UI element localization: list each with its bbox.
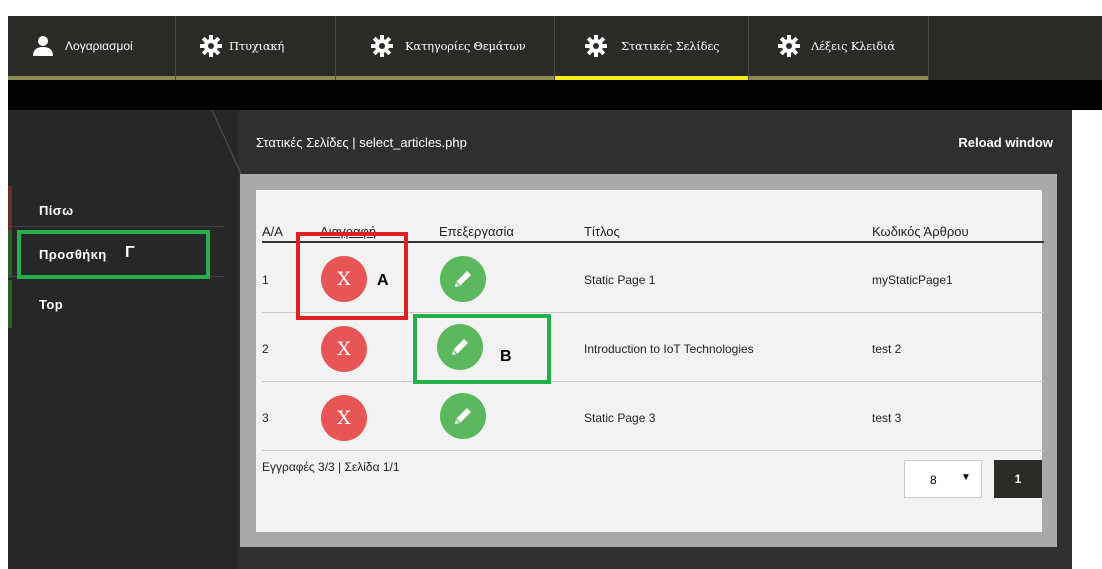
divider [212, 110, 242, 176]
delete-x-icon: X [337, 407, 351, 429]
column-header-title: Τίτλος [584, 224, 620, 239]
page-title: Στατικές Σελίδες | select_articles.php [256, 135, 467, 150]
divider [8, 226, 224, 227]
annotation-label-b: B [500, 348, 512, 365]
row-number: 2 [262, 342, 269, 356]
row-article-code: myStaticPage1 [872, 273, 953, 287]
pencil-icon [455, 271, 471, 287]
row-article-code: test 3 [872, 411, 902, 425]
gear-icon [200, 35, 222, 57]
highlight-box-g [17, 230, 210, 279]
row-article-code: test 2 [872, 342, 902, 356]
row-divider [262, 450, 1044, 451]
row-title: Introduction to IoT Technologies [584, 342, 754, 356]
user-icon [33, 36, 53, 56]
annotation-label-a: A [377, 272, 389, 289]
gear-icon [371, 35, 393, 57]
highlight-box-b [413, 314, 551, 384]
edit-button[interactable] [440, 393, 486, 439]
row-number: 3 [262, 411, 269, 425]
tab-label: Κατηγορίες Θεμάτων [405, 39, 526, 53]
column-header-edit: Επεξεργασία [439, 224, 514, 239]
delete-button[interactable]: X [321, 395, 367, 441]
delete-button[interactable]: X [321, 326, 367, 372]
tab-topic-categories[interactable]: Κατηγορίες Θεμάτων [336, 16, 555, 80]
tab-keywords[interactable]: Λέξεις Κλειδιά [749, 16, 929, 80]
sidebar-item-top[interactable]: Top [8, 280, 224, 328]
tab-label: Λέξεις Κλειδιά [811, 39, 895, 53]
delete-x-icon: X [337, 338, 351, 360]
row-divider [262, 381, 1044, 382]
page-size-select[interactable]: 8 ▼ [904, 460, 982, 498]
tab-label: Λογαριασμοί [65, 39, 133, 53]
tab-thesis[interactable]: Πτυχιακή [176, 16, 336, 80]
sidebar-item-label: Top [39, 297, 64, 312]
reload-window-link[interactable]: Reload window [958, 135, 1053, 150]
row-number: 1 [262, 273, 269, 287]
sidebar-item-label: Πίσω [39, 203, 74, 218]
page-button[interactable]: 1 [994, 460, 1042, 498]
column-header-aa: A/A [262, 224, 283, 239]
tab-static-pages[interactable]: Στατικές Σελίδες [555, 16, 749, 80]
tab-label: Στατικές Σελίδες [621, 39, 720, 53]
sidebar [8, 110, 238, 569]
highlight-box-a [296, 232, 408, 320]
top-navigation: Λογαριασμοί Πτυχιακή Κατηγορίες Θεμάτων … [8, 16, 1102, 80]
tab-label: Πτυχιακή [229, 39, 285, 53]
annotation-label-g: Γ [125, 244, 135, 261]
page-size-value: 8 [930, 473, 937, 487]
row-title: Static Page 1 [584, 273, 656, 287]
tab-accounts[interactable]: Λογαριασμοί [8, 16, 176, 80]
column-header-article-code: Κωδικός Άρθρου [872, 224, 969, 239]
gear-icon [585, 35, 607, 57]
pencil-icon [455, 408, 471, 424]
chevron-down-icon: ▼ [961, 472, 971, 483]
toolbar-band [8, 80, 1102, 110]
edit-button[interactable] [440, 256, 486, 302]
row-title: Static Page 3 [584, 411, 656, 425]
pagination-info: Εγγραφές 3/3 | Σελίδα 1/1 [262, 460, 400, 474]
gear-icon [778, 35, 800, 57]
